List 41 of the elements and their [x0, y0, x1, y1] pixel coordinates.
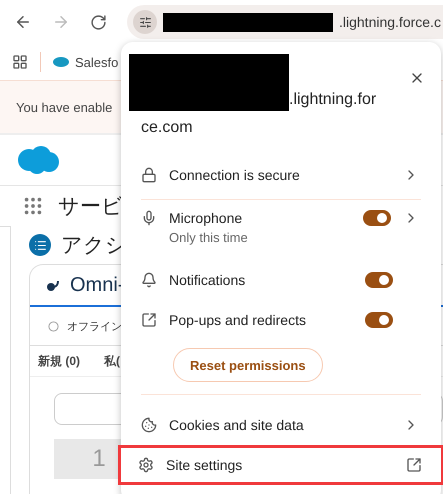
info-bar-text: You have enable	[16, 100, 112, 114]
bell-icon	[141, 272, 157, 288]
bookmark-link[interactable]: Salesfo	[53, 54, 118, 70]
toggle-switch[interactable]	[365, 312, 393, 328]
url-text: .lightning.force.c	[339, 14, 441, 30]
list-icon	[29, 234, 51, 256]
popup-title: .lightning.for	[289, 90, 376, 110]
external-link-icon	[406, 457, 422, 473]
external-link-icon	[141, 312, 157, 328]
permission-label: Pop-ups and redirects	[169, 312, 307, 328]
menu-label: Site settings	[166, 457, 244, 473]
permission-label: Microphone	[169, 210, 244, 226]
lock-icon	[141, 167, 157, 183]
reload-button[interactable]	[90, 14, 107, 30]
address-bar[interactable]: .lightning.force.c	[127, 5, 443, 39]
reset-permissions-button[interactable]: Reset permissions	[173, 348, 323, 382]
tab[interactable]: 私(	[104, 352, 120, 370]
apps-icon[interactable]	[12, 54, 28, 70]
cloud-logo	[17, 146, 59, 174]
app-name: サービ	[58, 194, 123, 220]
back-button[interactable]	[14, 13, 32, 31]
site-info-button[interactable]	[133, 10, 157, 34]
tune-icon	[138, 16, 152, 28]
card-title: Omni-	[70, 274, 124, 296]
status-text: オフライン	[67, 320, 122, 334]
menu-label: Cookies and site data	[169, 417, 305, 433]
permission-label: Notifications	[169, 272, 246, 288]
settings-icon	[138, 457, 154, 473]
popup-title: ce.com	[140, 118, 194, 138]
status-icon	[48, 320, 59, 332]
toggle-switch[interactable]	[363, 210, 391, 226]
toggle-switch[interactable]	[365, 272, 393, 288]
microphone-icon	[141, 210, 157, 226]
tab[interactable]: 新規 (0)	[38, 352, 80, 370]
cloud-icon	[53, 56, 69, 68]
cookie-icon	[141, 417, 157, 433]
connection-label: Connection is secure	[169, 167, 301, 183]
headset-icon	[46, 278, 60, 292]
app-launcher-icon[interactable]	[22, 195, 44, 217]
connection-row[interactable]: Connection is secure	[121, 155, 441, 195]
permission-detail: Only this time	[169, 230, 249, 245]
